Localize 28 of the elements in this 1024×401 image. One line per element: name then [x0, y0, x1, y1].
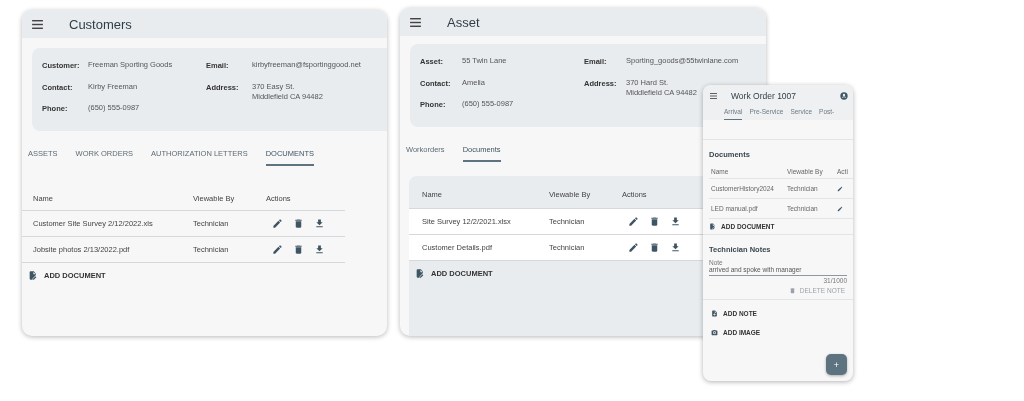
- menu-icon[interactable]: [410, 17, 421, 27]
- download-icon[interactable]: [314, 244, 325, 255]
- trash-icon[interactable]: [649, 242, 660, 253]
- note-add-icon: [711, 310, 718, 317]
- pencil-icon[interactable]: [272, 244, 283, 255]
- trash-icon[interactable]: [293, 244, 304, 255]
- menu-icon[interactable]: [32, 19, 43, 29]
- account-icon[interactable]: [840, 92, 848, 100]
- menu-icon[interactable]: [710, 93, 717, 99]
- document-edit-icon: [709, 223, 716, 230]
- download-icon[interactable]: [314, 218, 325, 229]
- download-icon[interactable]: [670, 216, 681, 227]
- download-icon[interactable]: [670, 242, 681, 253]
- trash-icon: [788, 287, 796, 294]
- pencil-icon[interactable]: [272, 218, 283, 229]
- pencil-icon[interactable]: [837, 185, 843, 192]
- trash-icon[interactable]: [649, 216, 660, 227]
- trash-icon[interactable]: [293, 218, 304, 229]
- add-fab-button[interactable]: +: [826, 354, 847, 375]
- window-title: Customers: [69, 16, 132, 32]
- window-title: Work Order 1007: [731, 91, 798, 101]
- document-edit-icon: [415, 268, 425, 279]
- pencil-icon[interactable]: [628, 216, 639, 227]
- pencil-icon[interactable]: [628, 242, 639, 253]
- window-title: Asset: [447, 14, 480, 30]
- document-edit-icon: [28, 270, 38, 281]
- pencil-icon[interactable]: [837, 205, 843, 212]
- camera-icon: [711, 329, 718, 336]
